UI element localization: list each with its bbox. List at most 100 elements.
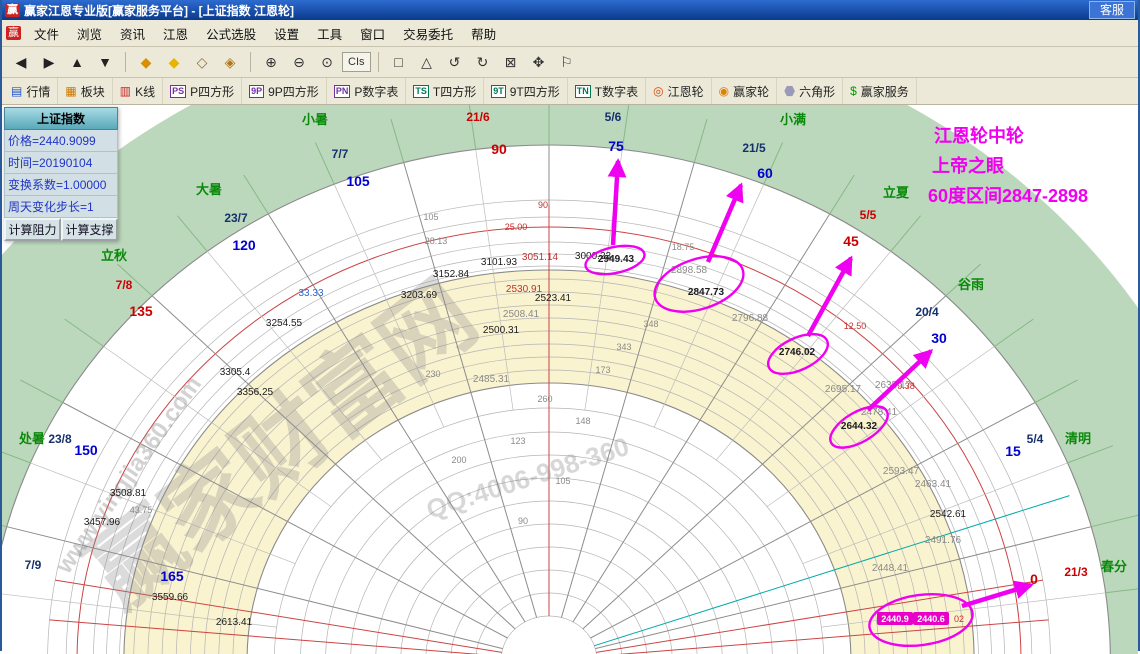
wheel-label: 90	[491, 141, 507, 157]
wheel-label: 230	[425, 369, 440, 379]
wheel-label: 2508.41	[503, 309, 540, 320]
triangle-tool-icon[interactable]: △	[414, 50, 440, 74]
kefu-button[interactable]: 客服	[1088, 1, 1135, 19]
diamond-outline-icon[interactable]: ◇	[189, 50, 215, 74]
menubar: 赢 文件 浏览 资讯 江恩 公式选股 设置 工具 窗口 交易委托 帮助	[2, 20, 1138, 47]
cis-button[interactable]: CIs	[342, 52, 371, 72]
gann-wheel-icon: ◎	[653, 84, 664, 98]
menu-item-2[interactable]: 浏览	[68, 21, 111, 46]
wheel-label: 3254.55	[266, 318, 303, 329]
wheel-label: 02	[954, 614, 964, 624]
9p-icon: 9P	[249, 84, 265, 98]
zoom-reset-icon[interactable]: ⊙	[314, 50, 340, 74]
zoom-in-icon[interactable]: ⊕	[258, 50, 284, 74]
menu-item-6[interactable]: 设置	[265, 21, 308, 46]
wheel-label: 90	[538, 200, 548, 210]
wheel-label: 23/7	[224, 211, 248, 225]
module-label: T数字表	[594, 84, 639, 99]
up-icon[interactable]: ▲	[64, 50, 90, 74]
menu-item-3[interactable]: 资讯	[111, 21, 154, 46]
wheel-label: 5/5	[860, 208, 877, 222]
move-tool-icon[interactable]: ✥	[526, 50, 552, 74]
menu-item-7[interactable]: 工具	[308, 21, 351, 46]
9t-icon: 9T	[491, 84, 506, 98]
wheel-label: 小暑	[302, 112, 328, 127]
menu-item-5[interactable]: 公式选股	[197, 21, 265, 46]
wheel-label: 2695.17	[825, 384, 862, 395]
wheel-label: 3152.84	[433, 269, 470, 280]
app-title: 赢家江恩专业版[赢家服务平台] - [上证指数 江恩轮]	[24, 3, 294, 18]
app-window: 赢 赢家江恩专业版[赢家服务平台] - [上证指数 江恩轮] 客服 赢 文件 浏览…	[0, 0, 1140, 654]
rect-tool-icon[interactable]: □	[386, 50, 412, 74]
info-row-2: 时间=20190104	[4, 152, 118, 174]
module-label: 9P四方形	[268, 84, 319, 99]
zoom-out-icon[interactable]: ⊖	[286, 50, 312, 74]
module-label: P数字表	[354, 84, 399, 99]
menu-item-8[interactable]: 窗口	[351, 21, 394, 46]
toolbar-separator	[250, 52, 251, 72]
rotate-right-icon[interactable]: ↻	[470, 50, 496, 74]
wheel-label: 2448.41	[872, 563, 909, 574]
module-winner-wheel[interactable]: ◉ 赢家轮	[712, 78, 778, 104]
next-icon[interactable]: ▶	[36, 50, 62, 74]
flag-tool-icon[interactable]: ⚐	[554, 50, 580, 74]
wheel-label: 60	[757, 165, 773, 181]
wheel-label: 2613.41	[216, 617, 253, 628]
wheel-label: 12.50	[844, 321, 867, 331]
module-kline[interactable]: ▥ K线	[113, 78, 164, 104]
service-icon: $	[850, 84, 857, 98]
module-blocks[interactable]: ▦ 板块	[58, 78, 113, 104]
diamond-amber-icon[interactable]: ◆	[161, 50, 187, 74]
module-ts[interactable]: TS T四方形	[406, 78, 485, 104]
wheel-label: 148	[575, 416, 590, 426]
hexagon-icon	[784, 85, 795, 97]
wheel-label: 7/7	[332, 147, 349, 161]
wheel-label: 260	[537, 394, 552, 404]
chart-area: 赢家财富网 www.yingjia360.com QQ:4006-998-360 90…	[2, 105, 1138, 654]
wheel-label: 120	[232, 237, 256, 253]
wheel-label: 大暑	[196, 182, 222, 197]
module-tn[interactable]: TN T数字表	[568, 78, 647, 104]
menu-item-1[interactable]: 文件	[25, 21, 68, 46]
wheel-label: 43.75	[130, 505, 153, 515]
module-service[interactable]: $ 赢家服务	[843, 78, 917, 104]
module-pn[interactable]: PN P数字表	[327, 78, 407, 104]
menu-item-9[interactable]: 交易委托	[394, 21, 462, 46]
diamond-gold-icon[interactable]: ◆	[133, 50, 159, 74]
wheel-label: 105	[555, 476, 570, 486]
wheel-label: 谷雨	[958, 277, 984, 292]
wheel-label: 3508.81	[110, 488, 147, 499]
toolbar-main: ◀ ▶ ▲ ▼ ◆ ◆ ◇ ◈ ⊕ ⊖ ⊙ CIs □ △ ↺ ↻ ⊠ ✥ ⚐	[2, 47, 1138, 78]
sidebar-panel: 上证指数 价格=2440.9099 时间=20190104 变换系数=1.00000…	[4, 107, 118, 241]
wheel-label: 105	[346, 173, 370, 189]
wheel-label: 45	[843, 233, 859, 249]
down-icon[interactable]: ▼	[92, 50, 118, 74]
wheel-label: 33.33	[298, 288, 323, 299]
wheel-label: 立秋	[101, 248, 128, 263]
module-quote[interactable]: ▤ 行情	[4, 78, 59, 104]
module-9p[interactable]: 9P 9P四方形	[242, 78, 327, 104]
wheel-label: 343	[616, 342, 631, 352]
wheel-label: 3457.96	[84, 517, 121, 528]
gann-wheel-canvas[interactable]: 赢家财富网www.yingjia360.com QQ:4006-998-36090…	[2, 105, 1138, 654]
wheel-label: 2491.76	[925, 535, 962, 546]
module-gann-wheel[interactable]: ◎ 江恩轮	[646, 78, 712, 104]
module-label: 板块	[80, 84, 105, 99]
pn-icon: PN	[333, 84, 351, 98]
module-hexagon[interactable]: 六角形	[777, 78, 844, 104]
menu-item-4[interactable]: 江恩	[154, 21, 197, 46]
prev-icon[interactable]: ◀	[8, 50, 34, 74]
rotate-left-icon[interactable]: ↺	[442, 50, 468, 74]
info-row-1: 价格=2440.9099	[4, 130, 118, 152]
calc-support-button[interactable]: 计算支撑	[61, 218, 118, 241]
module-label: P四方形	[190, 84, 235, 99]
wheel-label: 处暑	[18, 431, 45, 446]
clear-tool-icon[interactable]: ⊠	[498, 50, 524, 74]
calc-resistance-button[interactable]: 计算阻力	[4, 218, 61, 241]
diamond-target-icon[interactable]: ◈	[217, 50, 243, 74]
module-ps[interactable]: PS P四方形	[163, 78, 243, 104]
wheel-label: 2485.31	[473, 374, 510, 385]
menu-item-10[interactable]: 帮助	[462, 21, 505, 46]
wheel-label: 小满	[780, 112, 806, 127]
module-9t[interactable]: 9T 9T四方形	[484, 78, 568, 104]
